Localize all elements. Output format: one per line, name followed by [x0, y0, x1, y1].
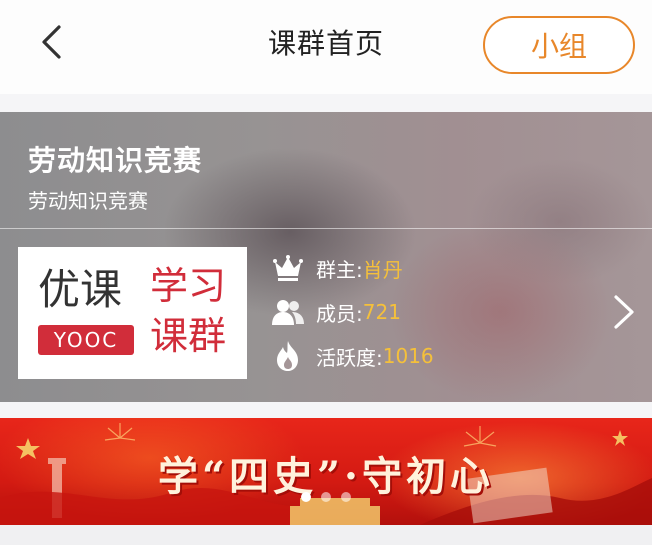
logo-brand-cn: 优课 — [38, 265, 123, 314]
chevron-right-icon[interactable] — [606, 292, 642, 332]
carousel-dot[interactable] — [321, 492, 331, 502]
crown-icon — [272, 252, 304, 284]
members-label: 成员: — [316, 301, 363, 326]
logo-line2: 课群 — [150, 314, 227, 358]
bottom-spacer — [0, 525, 652, 545]
course-group-logo: 优课 YOOC 学习 课群 — [18, 247, 247, 379]
carousel-dot[interactable] — [341, 492, 351, 502]
owner-row: 群主: 肖丹 — [272, 251, 403, 285]
activity-row: 活跃度: 1016 — [272, 339, 434, 373]
divider — [0, 228, 652, 229]
members-icon — [272, 296, 304, 328]
course-group-title: 劳动知识竞赛 — [28, 144, 203, 177]
owner-name: 肖丹 — [362, 257, 403, 282]
activity-label: 活跃度: — [316, 345, 383, 370]
logo-line1: 学习 — [150, 264, 227, 308]
activity-value: 1016 — [382, 344, 434, 368]
course-group-subtitle: 劳动知识竞赛 — [28, 189, 148, 213]
flame-icon — [272, 340, 304, 372]
course-group-card[interactable]: 劳动知识竞赛 劳动知识竞赛 优课 YOOC 学习 课群 群主: 肖丹 成员: 7… — [0, 112, 652, 402]
carousel-indicator — [0, 492, 652, 502]
members-count: 721 — [362, 300, 401, 324]
group-button[interactable]: 小组 — [483, 16, 635, 74]
owner-label: 群主: — [316, 257, 363, 282]
top-nav-bar: 课群首页 小组 — [0, 0, 652, 94]
members-row: 成员: 721 — [272, 295, 401, 329]
banner-carousel[interactable]: 学“四史”·守初心 — [0, 418, 652, 525]
carousel-dot[interactable] — [301, 492, 311, 502]
logo-brand-en: YOOC — [38, 325, 134, 355]
